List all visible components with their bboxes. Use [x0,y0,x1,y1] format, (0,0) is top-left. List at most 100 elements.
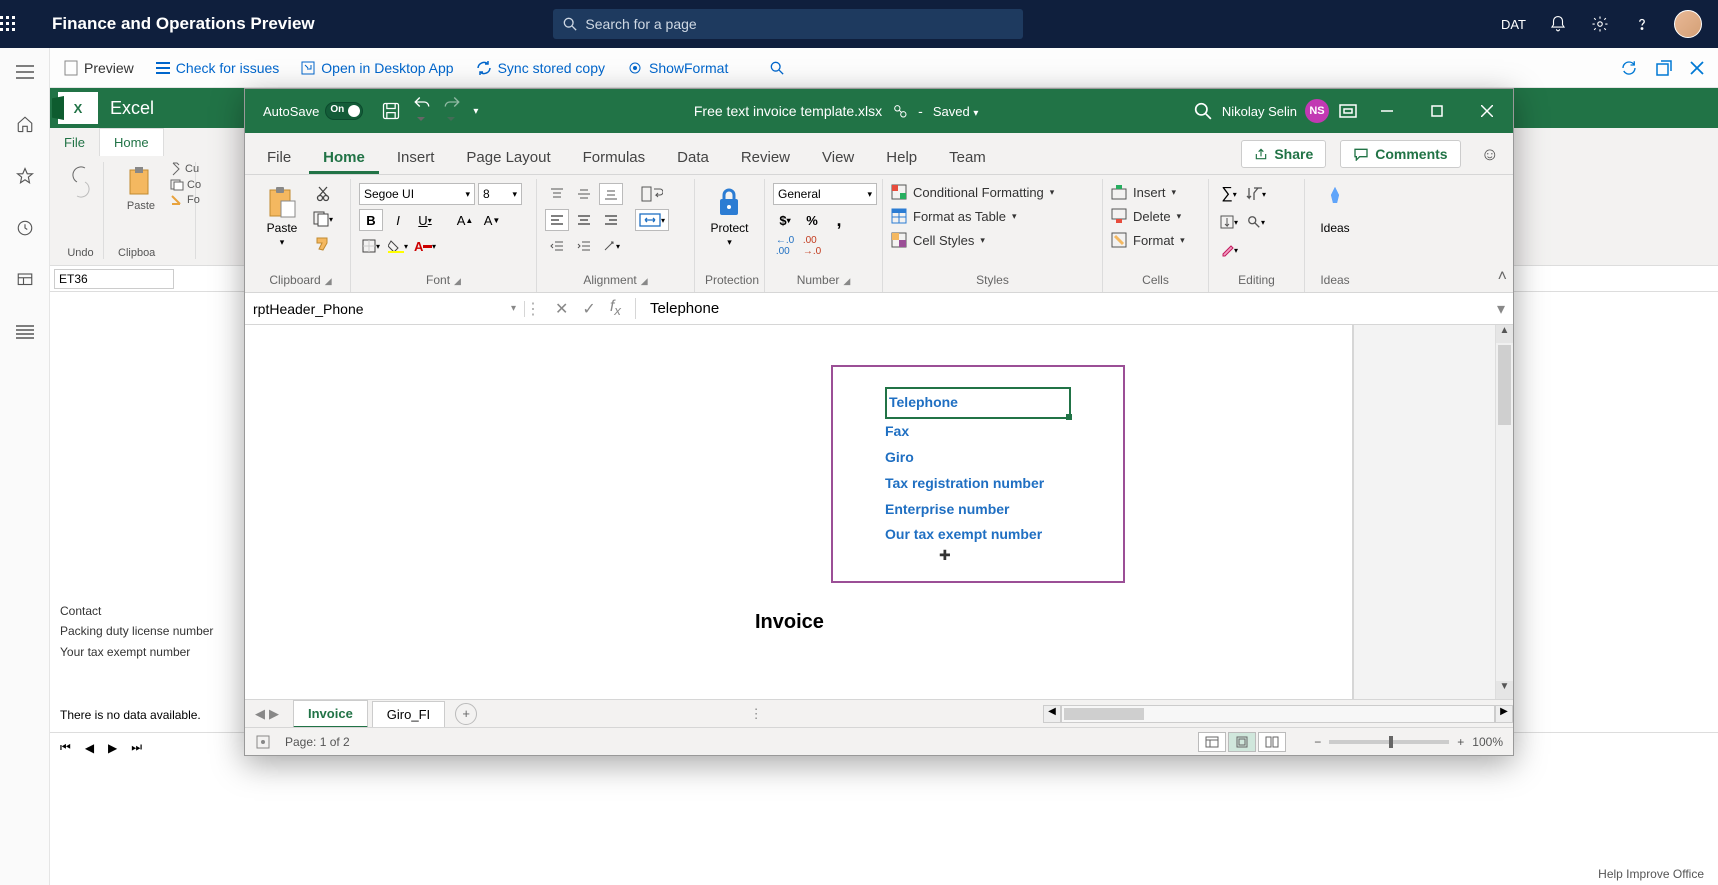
check-issues-button[interactable]: Check for issues [156,60,279,76]
percent-format-icon[interactable]: % [800,209,824,231]
save-status[interactable]: Saved ▾ [933,104,979,119]
cell-giro[interactable]: Giro [885,445,1071,471]
conditional-formatting-button[interactable]: Conditional Formatting▾ [891,183,1054,201]
nav-hamburger-icon[interactable] [13,60,37,84]
tab-team[interactable]: Team [935,139,1000,174]
increase-decimal-icon[interactable]: ←.0.00 [773,235,797,257]
new-sheet-button[interactable]: + [455,703,477,725]
bg-nav-last[interactable]: ⏭ [131,740,142,755]
bg-paste-button[interactable]: Paste [118,162,164,214]
cell-ourtax[interactable]: Our tax exempt number [885,522,1071,548]
insert-cells-button[interactable]: Insert▾ [1111,183,1176,201]
minimize-button[interactable] [1367,91,1407,131]
bg-namebox[interactable] [54,269,174,289]
sheet-nav-next[interactable]: ▶ [269,706,279,722]
cell-telephone[interactable]: Telephone [885,387,1071,419]
record-macro-icon[interactable] [255,734,271,750]
qat-undo-icon[interactable] [413,94,431,128]
sheet-tab-giro[interactable]: Giro_FI [372,701,445,727]
company-code[interactable]: DAT [1501,17,1526,32]
worksheet-canvas[interactable]: Telephone Fax Giro Tax registration numb… [245,325,1353,699]
bell-icon[interactable] [1548,14,1568,34]
cell-fax[interactable]: Fax [885,419,1071,445]
tell-me-search-icon[interactable] [1194,102,1212,120]
name-box[interactable]: rptHeader_Phone▾ [245,301,525,317]
preview-button[interactable]: Preview [64,60,134,76]
format-cells-button[interactable]: Format▾ [1111,231,1185,249]
help-icon[interactable] [1632,14,1652,34]
border-button[interactable]: ▾ [359,235,383,257]
share-indicator-icon[interactable] [892,103,908,119]
sync-button[interactable]: Sync stored copy [476,60,605,76]
share-button[interactable]: Share [1241,140,1326,168]
close-icon[interactable] [1690,61,1704,75]
cancel-formula-icon[interactable]: ✕ [555,299,568,319]
bold-button[interactable]: B [359,209,383,231]
collapse-ribbon-icon[interactable]: ˄ [1498,268,1507,286]
align-top-icon[interactable] [545,183,569,205]
comments-button[interactable]: Comments [1340,140,1460,168]
popout-icon[interactable] [1656,60,1672,76]
shrink-font-button[interactable]: A▼ [480,209,504,231]
tab-file[interactable]: File [253,139,305,174]
enter-formula-icon[interactable]: ✓ [582,299,595,319]
nav-recent-icon[interactable] [13,216,37,240]
ribbon-display-icon[interactable] [1339,104,1357,118]
increase-indent-icon[interactable] [572,235,596,257]
qat-customize-icon[interactable]: ▾ [473,106,478,117]
nav-workspace-icon[interactable] [13,268,37,292]
bg-tab-home[interactable]: Home [99,128,164,156]
tab-review[interactable]: Review [727,139,804,174]
font-size-select[interactable]: 8▾ [478,183,522,205]
account-button[interactable]: Nikolay Selin NS [1222,99,1329,123]
zoom-level[interactable]: 100% [1472,735,1503,749]
clear-icon[interactable]: ▾ [1217,239,1241,261]
zoom-out-button[interactable]: − [1314,735,1321,749]
cell-taxreg[interactable]: Tax registration number [885,471,1071,497]
open-desktop-button[interactable]: Open in Desktop App [301,60,453,76]
help-improve-link[interactable]: Help Improve Office [1598,867,1704,881]
cut-icon[interactable] [311,183,335,205]
protect-button[interactable]: Protect▾ [704,183,754,250]
font-color-button[interactable]: A▾ [413,235,437,257]
format-as-table-button[interactable]: Format as Table▾ [891,207,1017,225]
sheet-nav-prev[interactable]: ◀ [255,706,265,722]
global-search[interactable]: Search for a page [553,9,1023,39]
maximize-button[interactable] [1417,91,1457,131]
merge-center-button[interactable]: ▾ [635,209,669,231]
align-center-icon[interactable] [572,209,596,231]
paste-button[interactable]: Paste▾ [259,183,305,250]
bg-tab-file[interactable]: File [50,129,99,156]
app-launcher-icon[interactable] [0,16,48,32]
qat-redo-icon[interactable] [443,94,461,128]
vertical-scrollbar[interactable]: ▲▼ [1495,325,1513,699]
align-middle-icon[interactable] [572,183,596,205]
cell-styles-button[interactable]: Cell Styles▾ [891,231,985,249]
nav-star-icon[interactable] [13,164,37,188]
qat-save-icon[interactable] [381,101,401,121]
tab-insert[interactable]: Insert [383,139,449,174]
showformat-button[interactable]: ShowFormat [627,60,728,76]
tab-home[interactable]: Home [309,139,379,174]
align-bottom-icon[interactable] [599,183,623,205]
tab-formulas[interactable]: Formulas [569,139,660,174]
bg-nav-first[interactable]: ⏮ [60,740,71,755]
orientation-icon[interactable]: ▾ [599,235,623,257]
refresh-icon[interactable] [1620,59,1638,77]
view-page-break-button[interactable] [1258,732,1286,752]
comma-format-icon[interactable]: , [827,209,851,231]
avatar[interactable] [1674,10,1702,38]
fill-icon[interactable]: ▾ [1217,211,1241,233]
tab-help[interactable]: Help [872,139,931,174]
decrease-decimal-icon[interactable]: .00→.0 [800,235,824,257]
align-left-icon[interactable] [545,209,569,231]
sheet-tab-invoice[interactable]: Invoice [293,700,368,728]
autosave-toggle[interactable]: On [325,102,363,120]
font-name-select[interactable]: Segoe UI▾ [359,183,475,205]
format-painter-icon[interactable] [311,233,335,255]
grow-font-button[interactable]: A▲ [453,209,477,231]
copy-icon[interactable]: ▾ [311,208,335,230]
cell-enterprise[interactable]: Enterprise number [885,497,1071,523]
italic-button[interactable]: I [386,209,410,231]
gear-icon[interactable] [1590,14,1610,34]
